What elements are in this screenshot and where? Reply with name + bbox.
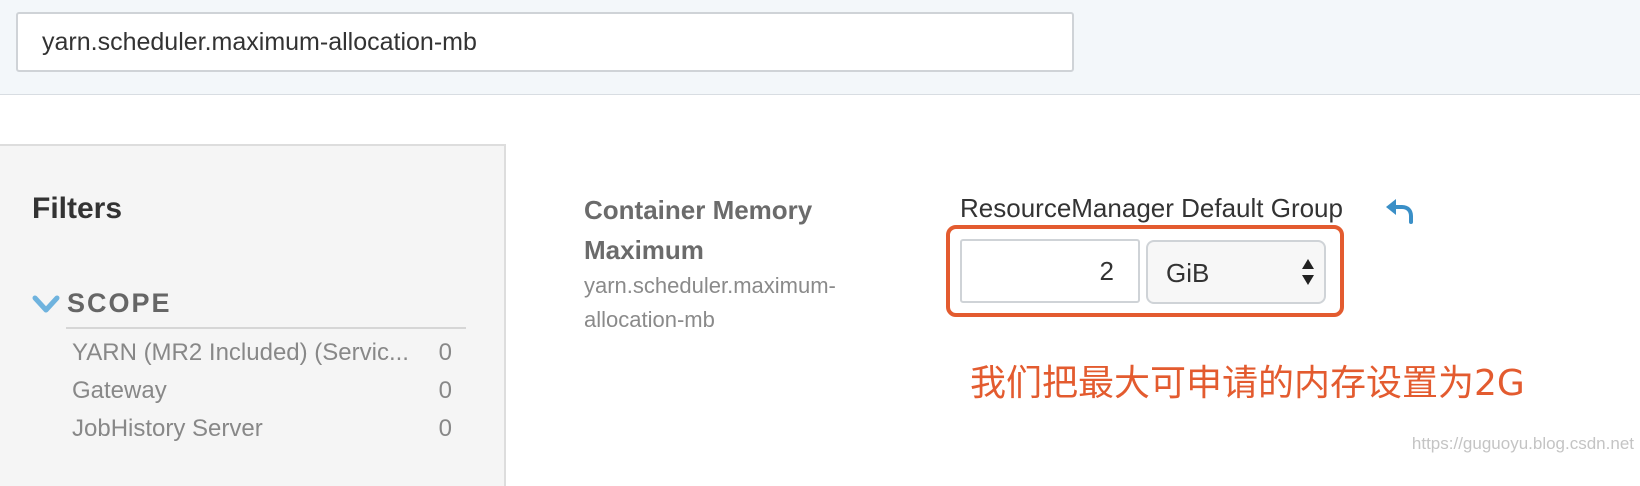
scope-header[interactable]: SCOPE bbox=[32, 286, 472, 322]
property-title-line: Container Memory bbox=[584, 195, 813, 225]
property-key-line: yarn.scheduler.maximum- bbox=[584, 273, 836, 298]
search-bar-area bbox=[0, 0, 1640, 95]
filter-item-count: 0 bbox=[438, 415, 452, 442]
filter-item-gateway[interactable]: Gateway 0 bbox=[72, 377, 452, 411]
unit-select-value: GiB bbox=[1166, 258, 1210, 288]
filter-item-label: YARN (MR2 Included) (Servic... bbox=[72, 339, 409, 366]
memory-value-input[interactable] bbox=[960, 239, 1140, 303]
filter-item-yarn[interactable]: YARN (MR2 Included) (Servic... 0 bbox=[72, 339, 452, 373]
group-name: ResourceManager Default Group bbox=[960, 193, 1343, 223]
annotation-text: 我们把最大可申请的内存设置为2G bbox=[970, 363, 1525, 404]
filter-item-label: JobHistory Server bbox=[72, 415, 263, 442]
chevron-down-icon[interactable] bbox=[32, 292, 60, 316]
filter-item-jobhistory-server[interactable]: JobHistory Server 0 bbox=[72, 415, 452, 449]
watermark: https://guguoyu.blog.csdn.net bbox=[1411, 434, 1634, 453]
unit-select[interactable]: GiB bbox=[1146, 240, 1326, 304]
filter-item-count: 0 bbox=[438, 339, 452, 366]
property-key-line: allocation-mb bbox=[584, 307, 715, 332]
filters-panel: Filters SCOPE YARN (MR2 Included) (Servi… bbox=[0, 144, 506, 486]
undo-icon[interactable] bbox=[1385, 197, 1415, 225]
select-arrows-icon bbox=[1302, 259, 1314, 285]
scope-label: SCOPE bbox=[67, 288, 172, 318]
filters-title: Filters bbox=[32, 192, 123, 225]
property-title-line: Maximum bbox=[584, 235, 704, 265]
scope-divider bbox=[66, 327, 466, 329]
property-key: yarn.scheduler.maximum- allocation-mb bbox=[584, 269, 894, 337]
filter-item-label: Gateway bbox=[72, 377, 167, 404]
filter-item-count: 0 bbox=[438, 377, 452, 404]
search-input[interactable] bbox=[16, 12, 1074, 72]
property-title: Container Memory Maximum bbox=[584, 190, 894, 270]
